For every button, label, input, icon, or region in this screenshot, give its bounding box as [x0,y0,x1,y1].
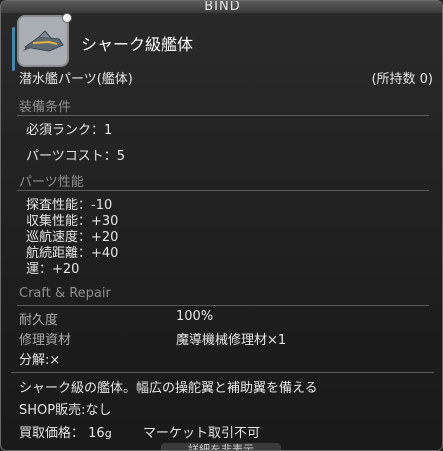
performance-divider [17,190,429,191]
hide-details-tab[interactable]: 詳細を非表示 [161,443,281,451]
requirements-title: 装備条件 [19,100,72,115]
submarine-hull-icon [17,15,69,67]
performance-title: パーツ性能 [19,175,84,190]
tooltip-top-bar: BIND [1,0,442,14]
craft-repair-title: Craft & Repair [19,286,111,301]
parts-cost: パーツコスト：5 [26,149,126,164]
item-accent-bar [12,27,15,71]
item-name: シャーク級艦体 [81,35,194,54]
buy-price-value: 16 [88,426,105,441]
repair-material-label: 修理資材 [19,333,72,348]
market-status: マーケット取引不可 [143,426,261,441]
stat-favor: 運：+20 [26,262,80,277]
item-tooltip: BIND シャーク級艦体 潜水艦パーツ(艦体) (所持数 0) 装備条件 必須ラ… [0,0,443,451]
craft-divider [17,305,429,306]
item-category: 潜水艦パーツ(艦体) [19,72,133,87]
desynth-info: 分解:× [19,353,61,368]
description-divider [11,372,434,373]
durability-value: 100% [176,309,214,324]
gil-icon: g [104,427,112,440]
hide-details-label: 詳細を非表示 [188,443,254,451]
bind-label: BIND [204,0,241,14]
durability-label: 耐久度 [19,313,59,328]
required-rank: 必須ランク：1 [26,123,113,138]
buy-price-label: 買取価格： [19,426,85,441]
shop-sale-info: SHOP販売:なし [19,403,112,418]
item-description: シャーク級の艦体。幅広の操舵翼と補助翼を備える [19,381,318,396]
buy-price: 買取価格： 16g [19,422,112,441]
owned-count: (所持数 0) [371,72,433,87]
requirements-divider [17,115,429,116]
item-status-dot [62,13,72,23]
repair-material-value: 魔導機械修理材×1 [176,333,287,348]
